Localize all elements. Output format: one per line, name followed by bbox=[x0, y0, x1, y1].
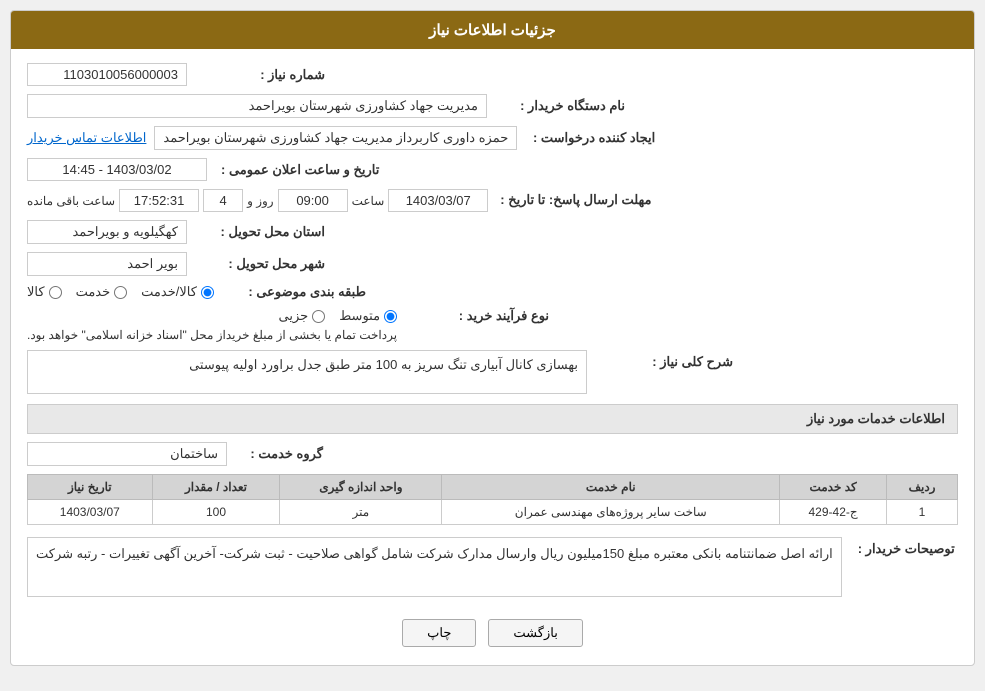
city-label: شهر محل تحویل : bbox=[195, 256, 325, 272]
print-button[interactable]: چاپ bbox=[402, 619, 476, 647]
city-row: شهر محل تحویل : بویر احمد bbox=[27, 252, 958, 276]
deadline-time-label: ساعت bbox=[352, 194, 385, 208]
category-kala-radio[interactable] bbox=[49, 286, 62, 299]
col-code: کد خدمت bbox=[780, 475, 887, 500]
announce-date-label: تاریخ و ساعت اعلان عمومی : bbox=[221, 162, 379, 178]
need-number-label: شماره نیاز : bbox=[195, 67, 325, 83]
contact-link[interactable]: اطلاعات تماس خریدار bbox=[27, 130, 146, 146]
cell-code: ج-42-429 bbox=[780, 500, 887, 525]
services-section-header: اطلاعات خدمات مورد نیاز bbox=[27, 404, 958, 434]
services-table: ردیف کد خدمت نام خدمت واحد اندازه گیری ت… bbox=[27, 474, 958, 525]
deadline-time: 09:00 bbox=[278, 189, 348, 212]
page-title: جزئیات اطلاعات نیاز bbox=[429, 22, 556, 39]
category-kala-khadamat-radio[interactable] bbox=[201, 286, 214, 299]
province-value: کهگیلویه و بویراحمد bbox=[27, 220, 187, 244]
need-desc-label: شرح کلی نیاز : bbox=[603, 350, 733, 370]
card-body: شماره نیاز : 1103010056000003 نام دستگاه… bbox=[11, 49, 974, 665]
cell-date: 1403/03/07 bbox=[28, 500, 153, 525]
purchase-top: متوسط جزیی bbox=[27, 308, 397, 324]
main-card: جزئیات اطلاعات نیاز شماره نیاز : 1103010… bbox=[10, 10, 975, 666]
service-group-row: گروه خدمت : ساختمان bbox=[27, 442, 958, 466]
need-desc-box: بهسازی کانال آبیاری تنگ سریز به 100 متر … bbox=[27, 350, 587, 394]
creator-value: حمزه داوری کاربرداز مدیریت جهاد کشاورزی … bbox=[154, 126, 517, 150]
category-khadamat-option[interactable]: خدمت bbox=[76, 284, 128, 300]
button-row: بازگشت چاپ bbox=[27, 611, 958, 651]
deadline-date: 1403/03/07 bbox=[388, 189, 488, 212]
cell-unit: متر bbox=[280, 500, 442, 525]
creator-label: ایجاد کننده درخواست : bbox=[525, 130, 655, 146]
purchase-jozei-label: جزیی bbox=[279, 308, 309, 324]
category-row: طبقه بندی موضوعی : کالا/خدمت خدمت کالا bbox=[27, 284, 958, 300]
purchase-motevaset-option[interactable]: متوسط bbox=[339, 308, 397, 324]
city-value: بویر احمد bbox=[27, 252, 187, 276]
need-desc-row: شرح کلی نیاز : بهسازی کانال آبیاری تنگ س… bbox=[27, 350, 958, 394]
service-group-value: ساختمان bbox=[27, 442, 227, 466]
table-header-row: ردیف کد خدمت نام خدمت واحد اندازه گیری ت… bbox=[28, 475, 958, 500]
col-date: تاریخ نیاز bbox=[28, 475, 153, 500]
announce-date-value: 1403/03/02 - 14:45 bbox=[27, 158, 207, 181]
back-button[interactable]: بازگشت bbox=[488, 619, 582, 647]
purchase-motevaset-radio[interactable] bbox=[384, 310, 397, 323]
deadline-remaining: 17:52:31 bbox=[119, 189, 199, 212]
creator-row: ایجاد کننده درخواست : حمزه داوری کاربردا… bbox=[27, 126, 958, 150]
province-label: استان محل تحویل : bbox=[195, 224, 325, 240]
category-label: طبقه بندی موضوعی : bbox=[236, 284, 366, 300]
service-group-label: گروه خدمت : bbox=[243, 446, 323, 462]
col-row: ردیف bbox=[887, 475, 958, 500]
buyer-desc-row: توصیحات خریدار : ارائه اصل ضمانتنامه بان… bbox=[27, 537, 958, 597]
deadline-row: مهلت ارسال پاسخ: تا تاریخ : 1403/03/07 س… bbox=[27, 189, 958, 212]
category-kala-khadamat-option[interactable]: کالا/خدمت bbox=[141, 284, 214, 300]
category-khadamat-radio[interactable] bbox=[114, 286, 127, 299]
need-desc-section: شرح کلی نیاز : بهسازی کانال آبیاری تنگ س… bbox=[27, 350, 958, 394]
purchase-options: متوسط جزیی پرداخت تمام یا بخشی از مبلغ خ… bbox=[27, 308, 397, 342]
purchase-jozei-option[interactable]: جزیی bbox=[279, 308, 326, 324]
buyer-desc-label: توصیحات خریدار : bbox=[858, 537, 955, 557]
category-kala-khadamat-label: کالا/خدمت bbox=[141, 284, 197, 300]
table-row: 1ج-42-429ساخت سایر پروژه‌های مهندسی عمرا… bbox=[28, 500, 958, 525]
deadline-days: 4 bbox=[203, 189, 243, 212]
deadline-remaining-label: ساعت باقی مانده bbox=[27, 194, 115, 208]
cell-name: ساخت سایر پروژه‌های مهندسی عمران bbox=[442, 500, 780, 525]
cell-qty: 100 bbox=[152, 500, 280, 525]
purchase-type-label: نوع فرآیند خرید : bbox=[419, 308, 549, 324]
purchase-jozei-radio[interactable] bbox=[312, 310, 325, 323]
page-wrapper: جزئیات اطلاعات نیاز شماره نیاز : 1103010… bbox=[0, 0, 985, 691]
purchase-note: پرداخت تمام یا بخشی از مبلغ خریداز محل "… bbox=[27, 328, 397, 342]
category-kala-option[interactable]: کالا bbox=[27, 284, 62, 300]
card-header: جزئیات اطلاعات نیاز bbox=[11, 11, 974, 49]
need-number-value: 1103010056000003 bbox=[27, 63, 187, 86]
category-khadamat-label: خدمت bbox=[76, 284, 111, 300]
purchase-type-row: نوع فرآیند خرید : متوسط جزیی پرداخت تمام… bbox=[27, 308, 958, 342]
col-qty: تعداد / مقدار bbox=[152, 475, 280, 500]
col-name: نام خدمت bbox=[442, 475, 780, 500]
buyer-org-value: مدیریت جهاد کشاورزی شهرستان بویراحمد bbox=[27, 94, 487, 118]
deadline-label: مهلت ارسال پاسخ: تا تاریخ : bbox=[500, 192, 651, 209]
cell-row: 1 bbox=[887, 500, 958, 525]
deadline-days-label: روز و bbox=[247, 194, 274, 208]
col-unit: واحد اندازه گیری bbox=[280, 475, 442, 500]
announce-date-row: تاریخ و ساعت اعلان عمومی : 1403/03/02 - … bbox=[27, 158, 958, 181]
category-kala-label: کالا bbox=[27, 284, 45, 300]
province-row: استان محل تحویل : کهگیلویه و بویراحمد bbox=[27, 220, 958, 244]
buyer-org-label: نام دستگاه خریدار : bbox=[495, 98, 625, 114]
buyer-org-row: نام دستگاه خریدار : مدیریت جهاد کشاورزی … bbox=[27, 94, 958, 118]
buyer-desc-box: ارائه اصل ضمانتنامه بانکی معتبره مبلغ 15… bbox=[27, 537, 842, 597]
need-number-row: شماره نیاز : 1103010056000003 bbox=[27, 63, 958, 86]
purchase-motevaset-label: متوسط bbox=[339, 308, 380, 324]
